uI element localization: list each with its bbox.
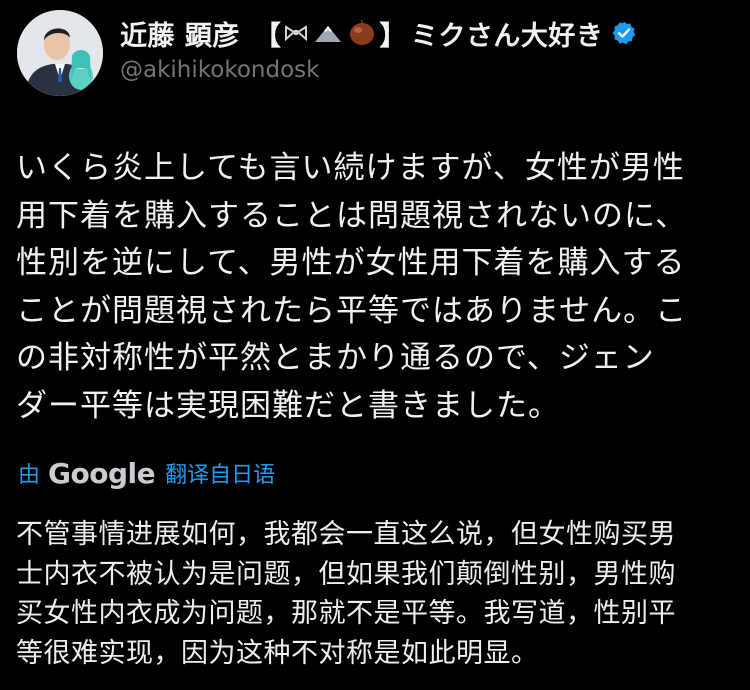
display-name-suffix: ミクさん大好き	[410, 20, 604, 52]
tweet-text-line: いくら炎上しても言い続けますが、女性が男性	[16, 150, 685, 186]
tweet-text-line: 性別を逆にして、男性が女性用下着を購入する	[16, 245, 686, 281]
bowtie-icon	[283, 20, 309, 46]
name-badge-open: 【	[253, 20, 282, 52]
name-badge-close: 】	[379, 20, 407, 52]
verified-badge-icon	[611, 20, 637, 46]
google-logo: Google	[48, 456, 156, 490]
avatar-photo-icon	[17, 10, 103, 96]
translated-text: 不管事情进展如何，我都会一直这么说，但女性购买男 士内衣不被认为是问题，但如果我…	[16, 515, 736, 673]
translated-text-line: 等很难实现，因为这种不对称是如此明显。	[16, 637, 539, 669]
tweet-card: 近藤 顕彦 【 】 ミクさん大好き @akihikokondosk いくら炎上し…	[0, 0, 750, 690]
tweet-text-line: の非対称性が平然とまかり通るので、ジェン	[16, 340, 655, 376]
display-name-row[interactable]: 近藤 顕彦 【 】 ミクさん大好き	[120, 14, 637, 52]
translated-from-link[interactable]: 翻译自日语	[165, 457, 275, 489]
translate-by-label: 由	[18, 463, 41, 488]
avatar[interactable]	[17, 10, 103, 96]
user-handle[interactable]: @akihikokondosk	[120, 57, 319, 83]
translated-text-line: 买女性内衣成为问题，那就不是平等。我写道，性别平	[16, 598, 676, 629]
translation-attribution[interactable]: 由 Google 翻译自日语	[18, 455, 275, 491]
tweet-text: いくら炎上しても言い続けますが、女性が男性 用下着を購入することは問題視されない…	[16, 145, 736, 430]
tweet-text-line: ダー平等は実現困難だと書きました。	[16, 387, 560, 424]
display-name[interactable]: 近藤 顕彦	[120, 14, 240, 53]
tweet-text-line: 用下着を購入することは問題視されないのに、	[16, 197, 688, 234]
translated-text-line: 不管事情进展如何，我都会一直这么说，但女性购买男	[16, 519, 676, 550]
translated-text-line: 士内衣不被认为是问题，但如果我们颠倒性别，男性购	[16, 558, 676, 590]
chestnut-icon	[347, 18, 377, 48]
mountain-icon	[313, 20, 343, 46]
tweet-text-line: ことが問題視されたら平等ではありません。こ	[16, 292, 688, 329]
